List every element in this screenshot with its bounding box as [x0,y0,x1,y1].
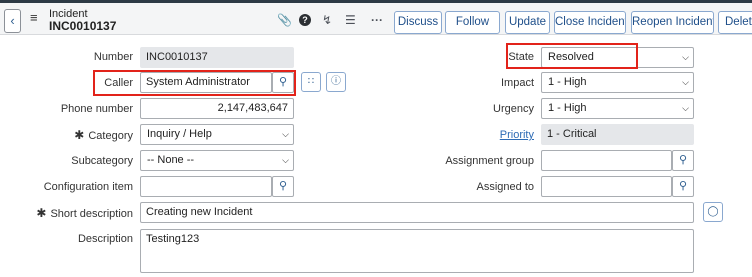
description-field[interactable]: Testing123 [140,229,694,273]
urgency-select[interactable]: 1 - High ⌵ [541,98,694,119]
assignment-group-field[interactable] [541,150,672,171]
chevron-down-icon: ⌵ [282,129,289,139]
impact-label: Impact [500,77,534,89]
paperclip-icon[interactable]: 📎 [277,13,292,27]
subcategory-select[interactable]: -- None -- ⌵ [140,150,294,171]
impact-value: 1 - High [548,76,587,88]
form-header: ‹ ≡ Incident INC0010137 📎 ? ↯ ☰ ··· Disc… [0,3,752,35]
search-icon: ⚲ [278,180,288,192]
mandatory-icon: ✱ [74,128,85,142]
description-label: Description [77,233,133,245]
search-icon: ⚲ [678,180,688,192]
phone-label: Phone number [60,103,133,115]
priority-field: 1 - Critical [541,124,694,145]
assigned-to-lookup-button[interactable]: ⚲ [672,176,694,197]
subcategory-value: -- None -- [147,154,195,166]
config-item-field[interactable] [140,176,272,197]
config-item-lookup-button[interactable]: ⚲ [272,176,294,197]
category-value: Inquiry / Help [147,128,212,140]
settings-sliders-icon[interactable]: ☰ [345,13,356,27]
state-highlight [506,43,638,69]
urgency-value: 1 - High [548,102,587,114]
caller-info-button[interactable]: ⓘ [326,72,346,92]
chevron-left-icon: ‹ [10,13,15,28]
delete-button[interactable]: Delete [718,11,752,34]
chevron-down-icon: ⌵ [682,103,689,113]
help-icon[interactable]: ? [299,14,311,26]
suggestion-button[interactable]: ◯ [703,202,723,222]
assigned-to-label: Assigned to [476,181,534,193]
number-label: Number [93,51,133,63]
update-button[interactable]: Update [505,11,550,34]
back-button[interactable]: ‹ [4,9,21,33]
search-icon: ⚲ [678,154,688,166]
chevron-down-icon: ⌵ [682,52,689,62]
priority-link[interactable]: Priority [500,129,534,141]
number-field: INC0010137 [140,47,294,68]
mandatory-icon: ✱ [36,206,47,220]
assignment-group-lookup-button[interactable]: ⚲ [672,150,694,171]
reopen-incident-button[interactable]: Reopen Incident [631,11,714,34]
chevron-down-icon: ⌵ [282,155,289,165]
record-title: Incident INC0010137 [49,8,116,32]
config-item-label: Configuration item [43,181,133,193]
phone-field[interactable]: 2,147,483,647 [140,98,294,119]
subcategory-label: Subcategory [71,155,133,167]
follow-button[interactable]: Follow [445,11,500,34]
discuss-button[interactable]: Discuss [394,11,442,34]
short-description-label: ✱ Short description [0,207,133,221]
caller-tree-button[interactable]: ∷ [301,72,321,92]
short-description-label-text: Short description [50,208,133,220]
record-number: INC0010137 [49,19,117,33]
caller-highlight [93,70,296,96]
urgency-label: Urgency [493,103,534,115]
more-icon[interactable]: ··· [371,13,383,27]
category-select[interactable]: Inquiry / Help ⌵ [140,124,294,145]
category-label: ✱ Category [0,129,133,143]
menu-icon[interactable]: ≡ [30,11,38,24]
assignment-group-label: Assignment group [445,155,534,167]
category-label-text: Category [88,130,133,142]
hierarchy-icon: ∷ [307,76,315,87]
chevron-down-icon: ⌵ [682,77,689,87]
activity-icon[interactable]: ↯ [322,13,332,27]
lightbulb-icon: ◯ [707,206,719,217]
info-icon: ⓘ [331,76,341,87]
close-incident-button[interactable]: Close Incident [554,11,626,34]
priority-label[interactable]: Priority [420,129,534,142]
impact-select[interactable]: 1 - High ⌵ [541,72,694,93]
short-description-field[interactable]: Creating new Incident [140,202,694,223]
assigned-to-field[interactable] [541,176,672,197]
